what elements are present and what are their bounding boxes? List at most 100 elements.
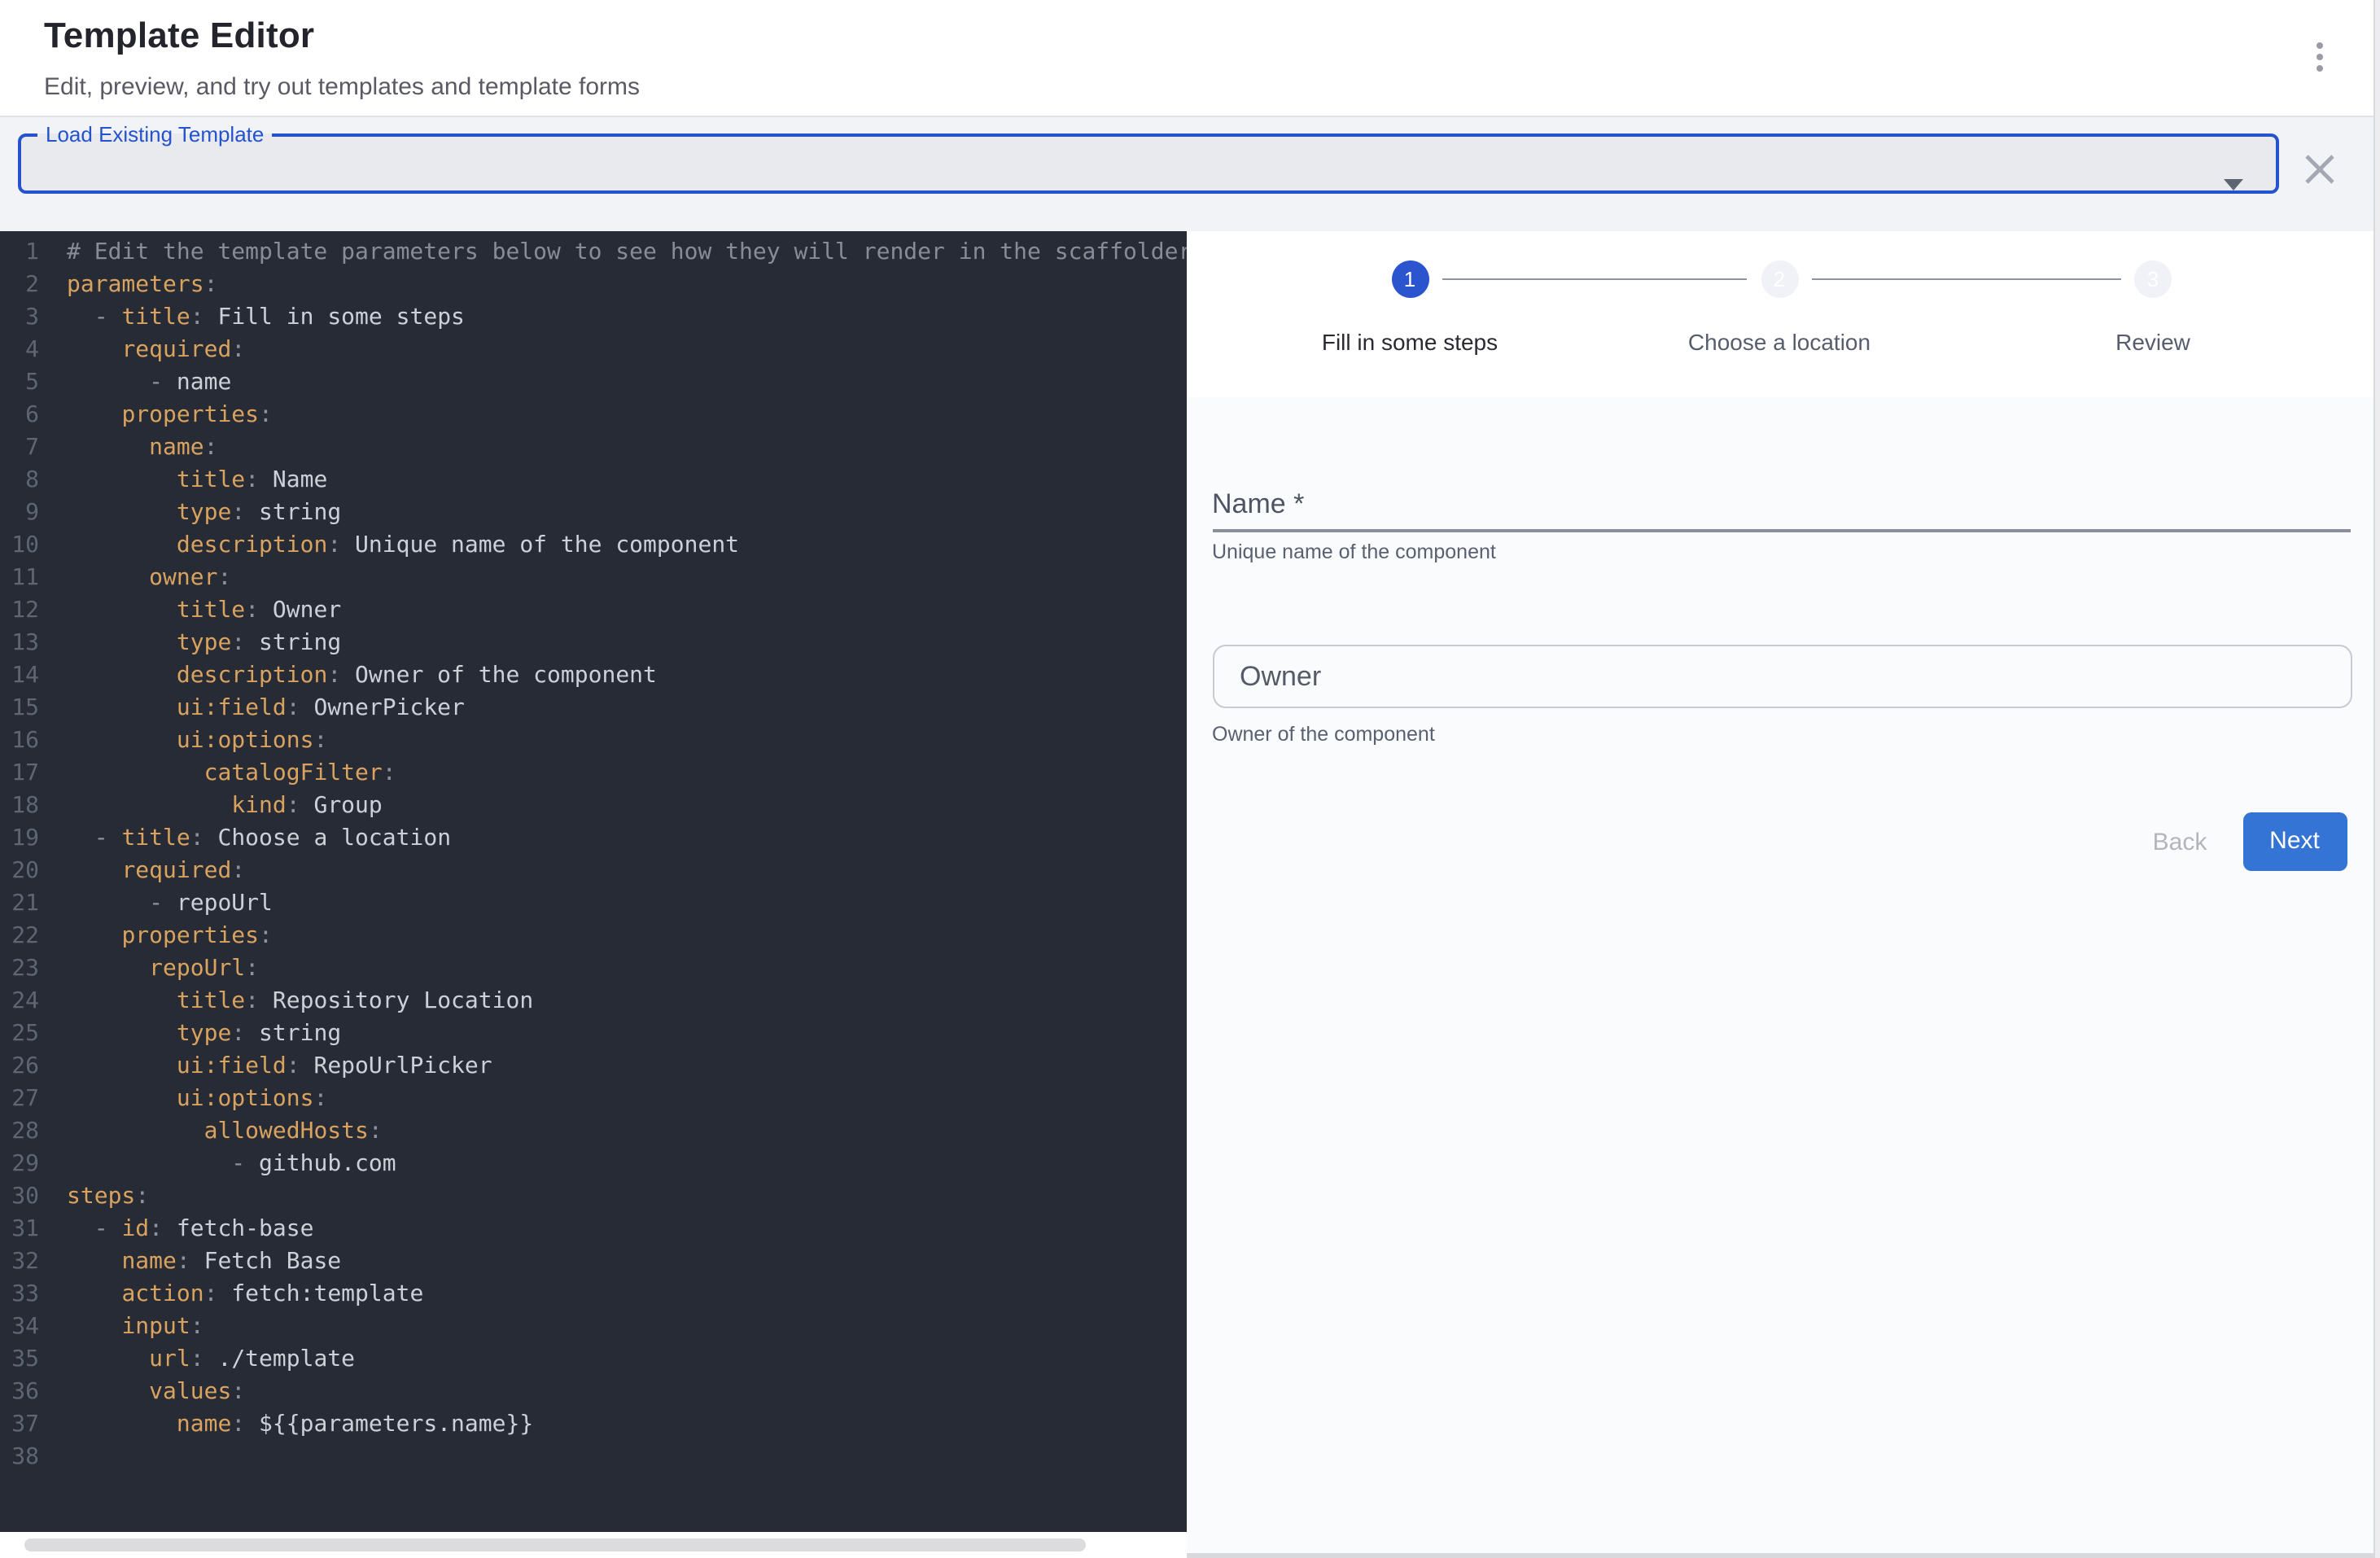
code-line: 34 input: xyxy=(0,1311,1187,1343)
code-line: 9 type: string xyxy=(0,497,1187,529)
code-line: 20 required: xyxy=(0,855,1187,887)
code-line: 4 required: xyxy=(0,334,1187,366)
code-line: 15 ui:field: OwnerPicker xyxy=(0,692,1187,724)
code-line: 5 - name xyxy=(0,366,1187,399)
name-input-label: Name * xyxy=(1212,488,1304,519)
code-line: 25 type: string xyxy=(0,1018,1187,1050)
back-button[interactable]: Back xyxy=(2131,825,2229,858)
code-line: 32 name: Fetch Base xyxy=(0,1245,1187,1278)
owner-input[interactable]: Owner xyxy=(1212,645,2352,708)
line-number: 19 xyxy=(0,822,39,855)
step-connector xyxy=(1442,278,1747,280)
code-line: 17 catalogFilter: xyxy=(0,757,1187,790)
code-line: 1# Edit the template parameters below to… xyxy=(0,236,1187,269)
name-helper-text: Unique name of the component xyxy=(1212,540,1496,563)
line-number: 3 xyxy=(0,301,39,334)
code-line: 26 ui:field: RepoUrlPicker xyxy=(0,1050,1187,1083)
code-line: 13 type: string xyxy=(0,627,1187,659)
load-existing-template-label: Load Existing Template xyxy=(37,124,272,145)
code-line: 30steps: xyxy=(0,1180,1187,1213)
line-number: 29 xyxy=(0,1148,39,1180)
line-number: 2 xyxy=(0,269,39,301)
step-2-label: Choose a location xyxy=(1688,329,1870,358)
code-line: 7 name: xyxy=(0,431,1187,464)
line-number: 34 xyxy=(0,1311,39,1343)
page-title: Template Editor xyxy=(44,15,314,57)
line-number: 10 xyxy=(0,529,39,562)
step-1-label: Fill in some steps xyxy=(1322,329,1498,358)
owner-input-label: Owner xyxy=(1240,660,1321,693)
line-number: 38 xyxy=(0,1441,39,1473)
line-number: 26 xyxy=(0,1050,39,1083)
load-template-section: Load Existing Template xyxy=(0,117,2373,231)
line-number: 8 xyxy=(0,464,39,497)
code-line: 16 ui:options: xyxy=(0,724,1187,757)
code-line: 21 - repoUrl xyxy=(0,887,1187,920)
code-line: 28 allowedHosts: xyxy=(0,1115,1187,1148)
code-line: 6 properties: xyxy=(0,399,1187,431)
code-line: 14 description: Owner of the component xyxy=(0,659,1187,692)
kebab-menu-button[interactable] xyxy=(2299,29,2341,85)
caret-down-icon[interactable] xyxy=(2224,179,2243,190)
code-line: 2parameters: xyxy=(0,269,1187,301)
line-number: 13 xyxy=(0,627,39,659)
horizontal-scrollbar-thumb[interactable] xyxy=(24,1538,1085,1551)
line-number: 21 xyxy=(0,887,39,920)
code-editor[interactable]: 1# Edit the template parameters below to… xyxy=(0,231,1187,1532)
line-number: 31 xyxy=(0,1213,39,1245)
clear-template-button[interactable] xyxy=(2299,148,2341,190)
right-bottom-scrollbar-track[interactable] xyxy=(1187,1553,2373,1558)
code-line: 36 values: xyxy=(0,1376,1187,1408)
code-line: 10 description: Unique name of the compo… xyxy=(0,529,1187,562)
line-number: 28 xyxy=(0,1115,39,1148)
line-number: 36 xyxy=(0,1376,39,1408)
line-number: 27 xyxy=(0,1083,39,1115)
line-number: 16 xyxy=(0,724,39,757)
line-number: 24 xyxy=(0,985,39,1018)
line-number: 4 xyxy=(0,334,39,366)
code-line: 29 - github.com xyxy=(0,1148,1187,1180)
line-number: 11 xyxy=(0,562,39,594)
line-number: 20 xyxy=(0,855,39,887)
code-line: 3 - title: Fill in some steps xyxy=(0,301,1187,334)
name-input-underline xyxy=(1212,529,2350,532)
line-number: 25 xyxy=(0,1018,39,1050)
stepper: 1Fill in some steps2Choose a location3Re… xyxy=(1187,231,2373,397)
line-number: 14 xyxy=(0,659,39,692)
close-icon xyxy=(2299,148,2341,190)
line-number: 15 xyxy=(0,692,39,724)
code-line: 27 ui:options: xyxy=(0,1083,1187,1115)
code-line: 22 properties: xyxy=(0,920,1187,952)
code-line: 38 xyxy=(0,1441,1187,1473)
line-number: 6 xyxy=(0,399,39,431)
step-connector xyxy=(1812,278,2121,280)
code-line: 19 - title: Choose a location xyxy=(0,822,1187,855)
load-existing-template-select[interactable]: Load Existing Template xyxy=(18,124,2279,194)
line-number: 9 xyxy=(0,497,39,529)
step-3-label: Review xyxy=(2115,329,2190,358)
line-number: 12 xyxy=(0,594,39,627)
line-number: 30 xyxy=(0,1180,39,1213)
vertical-scrollbar[interactable] xyxy=(2373,0,2380,1558)
code-line: 31 - id: fetch-base xyxy=(0,1213,1187,1245)
template-editor-page: Template Editor Edit, preview, and try o… xyxy=(0,0,2380,1558)
code-line: 11 owner: xyxy=(0,562,1187,594)
line-number: 18 xyxy=(0,790,39,822)
next-button[interactable]: Next xyxy=(2242,812,2347,870)
line-number: 23 xyxy=(0,952,39,985)
code-line: 35 url: ./template xyxy=(0,1343,1187,1376)
step-1-indicator: 1 xyxy=(1391,260,1428,298)
line-number: 1 xyxy=(0,236,39,269)
line-number: 33 xyxy=(0,1278,39,1311)
code-line: 12 title: Owner xyxy=(0,594,1187,627)
editor-horizontal-scrollbar[interactable] xyxy=(0,1532,1187,1558)
code-line: 8 title: Name xyxy=(0,464,1187,497)
kebab-menu-icon xyxy=(2317,42,2324,50)
line-number: 5 xyxy=(0,366,39,399)
code-line: 37 name: ${{parameters.name}} xyxy=(0,1408,1187,1441)
line-number: 17 xyxy=(0,757,39,790)
name-input[interactable]: Name * xyxy=(1212,488,2350,531)
line-number: 32 xyxy=(0,1245,39,1278)
code-line: 33 action: fetch:template xyxy=(0,1278,1187,1311)
line-number: 7 xyxy=(0,431,39,464)
